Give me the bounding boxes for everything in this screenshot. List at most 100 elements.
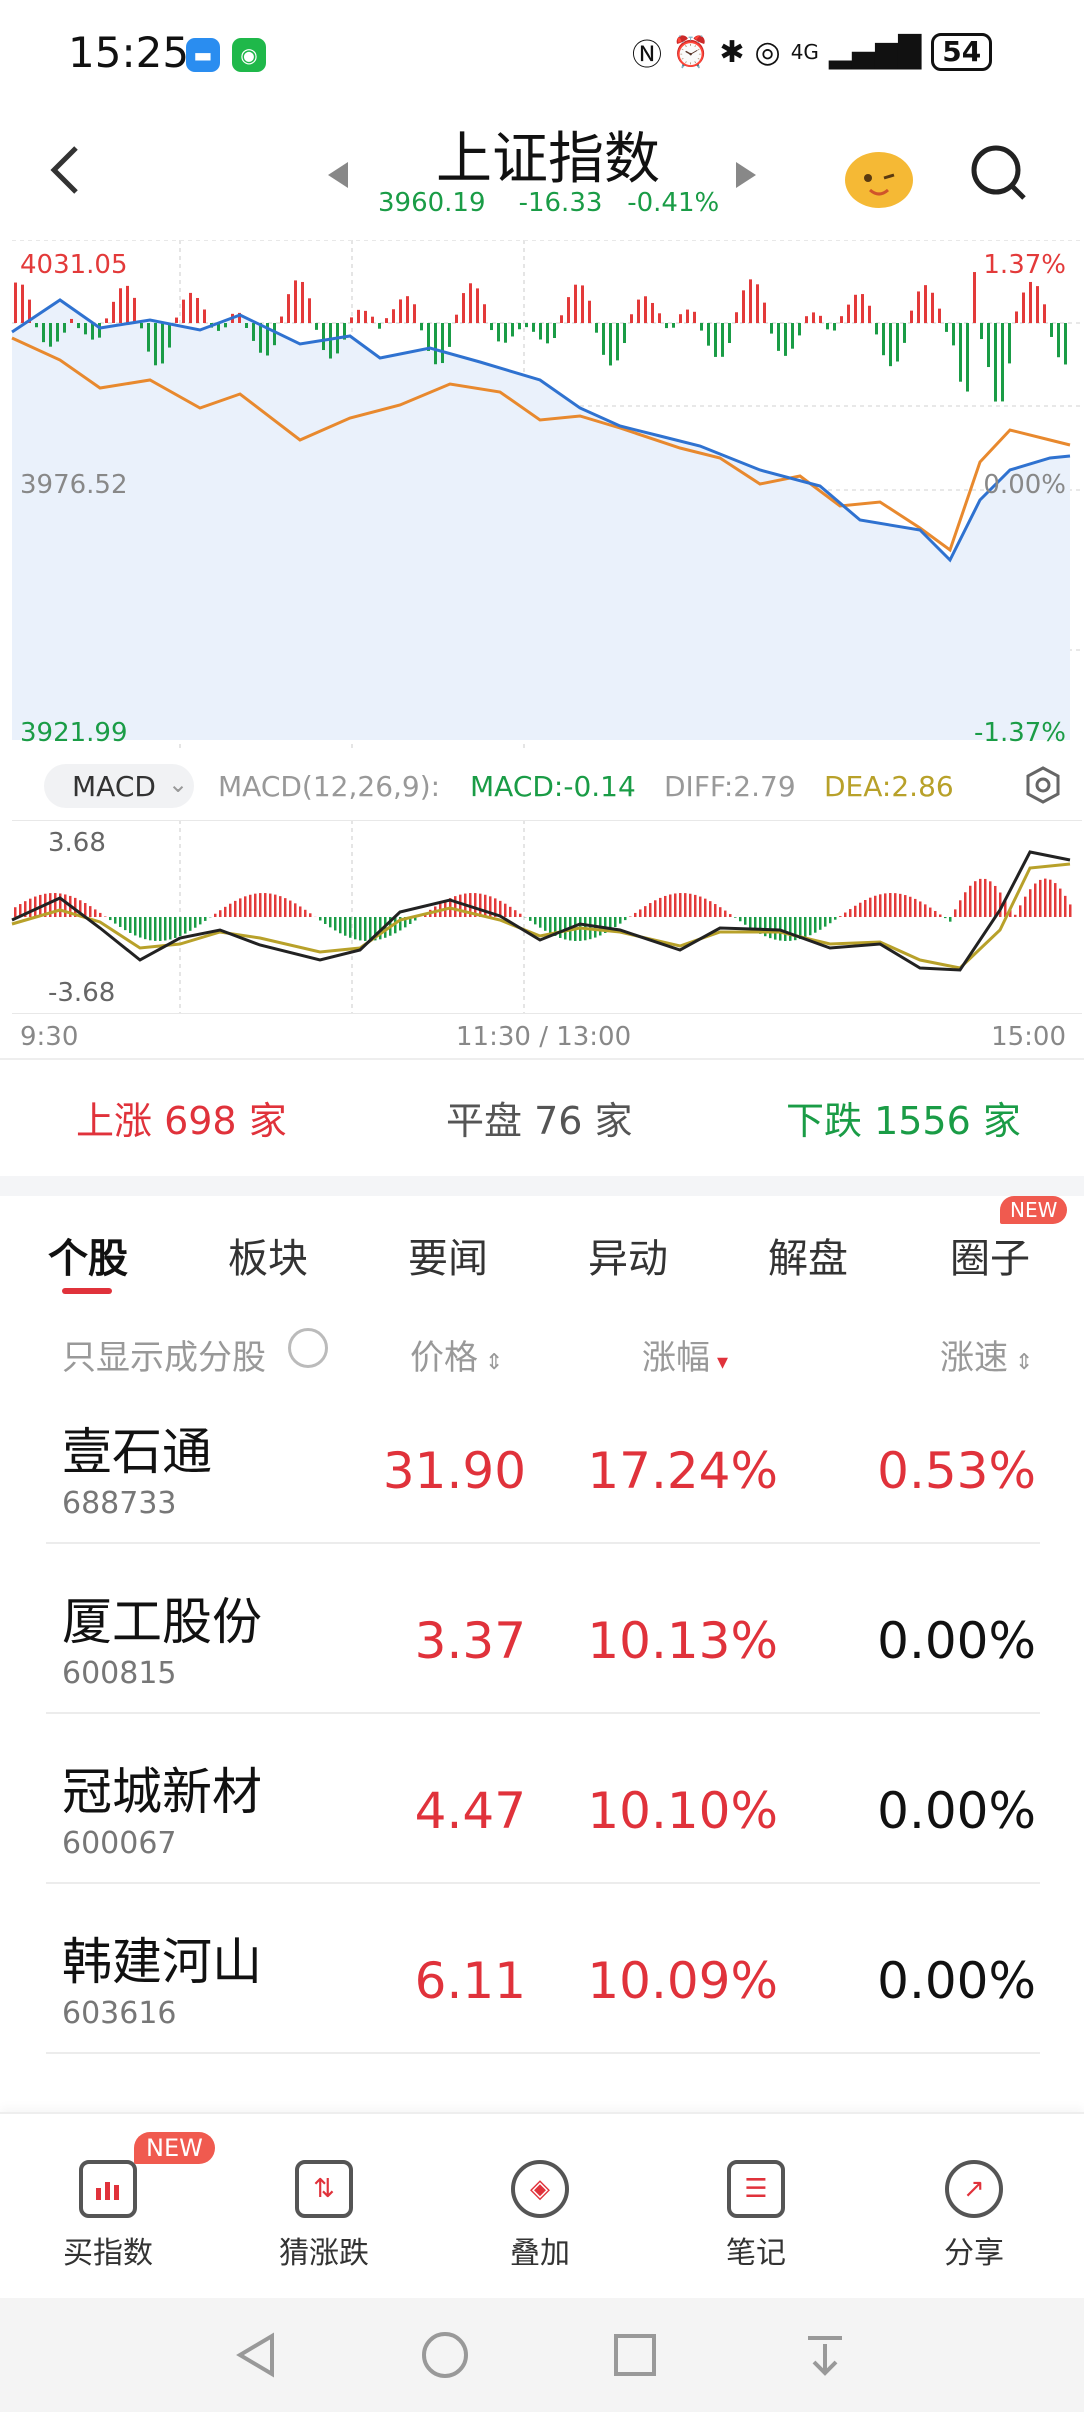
buy-index-button[interactable]: 买指数	[38, 2160, 178, 2272]
system-home-button[interactable]	[420, 2330, 470, 2384]
guess-label: 猜涨跌	[279, 2236, 369, 2271]
share-icon: ↗	[945, 2160, 1003, 2218]
status-icons: Ⓝ ⏰ ✱ ◎ 4G ▂▄▆█ 54	[632, 30, 993, 74]
stock-code: 603616	[62, 1996, 177, 2031]
note-label: 笔记	[726, 2236, 786, 2271]
stock-speed: 0.00%	[877, 1612, 1036, 1670]
time-end: 15:00	[991, 1022, 1066, 1052]
stock-code: 600815	[62, 1656, 177, 1691]
tab-stocks[interactable]: 个股	[48, 1226, 128, 1284]
active-tab-indicator	[62, 1288, 112, 1294]
stock-change: 10.13%	[587, 1612, 778, 1670]
mascot-button[interactable]	[840, 140, 918, 210]
bluetooth-icon: ✱	[719, 34, 745, 70]
status-time: 15:25	[68, 28, 190, 77]
settings-icon	[1026, 766, 1060, 804]
system-back-button[interactable]	[232, 2330, 282, 2384]
dea-value: DEA:2.86	[824, 770, 954, 803]
stock-code: 600067	[62, 1826, 177, 1861]
mascot-icon	[845, 152, 913, 208]
message-app-icon: ▬	[186, 38, 220, 72]
updown-icon: ⇅	[295, 2160, 353, 2218]
macd-top-label: 3.68	[48, 828, 106, 858]
chart-low-price: 3921.99	[20, 718, 128, 748]
stock-speed: 0.00%	[877, 1952, 1036, 2010]
table-row[interactable]: 冠城新材 600067 4.47 10.10% 0.00%	[0, 1740, 1084, 1880]
nav-new-badge: NEW	[134, 2132, 215, 2164]
triangle-back-icon	[236, 2332, 274, 2378]
row-divider	[46, 2052, 1040, 2054]
tab-news[interactable]: 要闻	[408, 1226, 488, 1284]
network-type: 4G	[790, 40, 819, 64]
row-divider	[46, 1542, 1040, 1544]
table-row[interactable]: 厦工股份 600815 3.37 10.13% 0.00%	[0, 1570, 1084, 1710]
chart-zero-pct: 0.00%	[983, 470, 1066, 500]
stock-change: 10.09%	[587, 1952, 778, 2010]
macd-params: MACD(12,26,9):	[218, 770, 441, 803]
signal-icon: ▂▄▆█	[828, 34, 922, 70]
advancers-count: 上涨 698 家	[76, 1099, 287, 1143]
search-icon	[971, 145, 1026, 200]
index-price: 3960.19	[378, 188, 486, 218]
col-speed-label: 涨速	[940, 1338, 1008, 1378]
overlay-button[interactable]: ◈ 叠加	[470, 2160, 610, 2272]
next-index-button[interactable]	[734, 160, 758, 194]
guess-button[interactable]: ⇅ 猜涨跌	[254, 2160, 394, 2272]
prev-index-button[interactable]	[326, 160, 350, 194]
tab-community[interactable]: 圈子	[950, 1226, 1030, 1284]
tab-sectors[interactable]: 板块	[228, 1226, 308, 1284]
stock-change: 17.24%	[587, 1442, 778, 1500]
system-nav-bar	[0, 2298, 1084, 2412]
stock-price: 4.47	[414, 1782, 526, 1840]
hotspot-icon: ◎	[754, 34, 781, 70]
chart-prev-close: 3976.52	[20, 470, 128, 500]
chart-high-price: 4031.05	[20, 250, 128, 280]
col-speed[interactable]: 涨速 ⇕	[940, 1330, 1033, 1379]
unchanged-count: 平盘 76 家	[446, 1099, 633, 1143]
decliners-count: 下跌 1556 家	[786, 1099, 1021, 1143]
stock-code: 688733	[62, 1486, 177, 1521]
circle-home-icon	[422, 2332, 468, 2378]
stock-speed: 0.53%	[877, 1442, 1036, 1500]
stock-price: 6.11	[414, 1952, 526, 2010]
time-start: 9:30	[20, 1022, 79, 1052]
stock-name: 冠城新材	[62, 1763, 262, 1821]
note-button[interactable]: ☰ 笔记	[686, 2160, 826, 2272]
filter-checkbox[interactable]	[288, 1328, 328, 1368]
bar-chart-icon	[79, 2160, 137, 2218]
system-dropdown-button[interactable]	[800, 2330, 850, 2384]
divider	[0, 1058, 1084, 1060]
macd-chart-svg	[11, 819, 1082, 1015]
table-row[interactable]: 壹石通 688733 31.90 17.24% 0.53%	[0, 1400, 1084, 1540]
buy-index-label: 买指数	[63, 2236, 153, 2271]
alarm-icon: ⏰	[672, 34, 710, 70]
sort-icon: ⇕	[478, 1350, 504, 1375]
intraday-chart[interactable]	[0, 239, 1084, 750]
share-label: 分享	[944, 2236, 1004, 2271]
col-price[interactable]: 价格 ⇕	[410, 1330, 503, 1379]
back-button[interactable]	[40, 140, 90, 200]
filter-label: 只显示成分股	[62, 1338, 266, 1378]
triangle-right-icon	[736, 162, 756, 188]
macd-chart[interactable]	[0, 819, 1084, 1015]
stock-name: 韩建河山	[62, 1933, 262, 1991]
stock-price: 31.90	[382, 1442, 526, 1500]
table-row[interactable]: 韩建河山 603616 6.11 10.09% 0.00%	[0, 1910, 1084, 2050]
page-title: 上证指数	[436, 127, 660, 192]
chevron-down-icon: ⌄	[168, 770, 189, 798]
tab-movers[interactable]: 异动	[588, 1226, 668, 1284]
intraday-chart-svg	[11, 239, 1082, 750]
overlay-label: 叠加	[510, 2236, 570, 2271]
share-button[interactable]: ↗ 分享	[904, 2160, 1044, 2272]
index-change: -16.33	[518, 188, 603, 218]
indicator-settings-button[interactable]	[1024, 766, 1062, 808]
col-change[interactable]: 涨幅 ▾	[642, 1330, 728, 1379]
sort-icon: ⇕	[1008, 1350, 1034, 1375]
wechat-icon: ◉	[232, 38, 266, 72]
system-recents-button[interactable]	[610, 2330, 660, 2384]
chart-high-pct: 1.37%	[983, 250, 1066, 280]
stock-speed: 0.00%	[877, 1782, 1036, 1840]
section-gap	[0, 1176, 1084, 1196]
search-button[interactable]	[968, 142, 1028, 202]
tab-analysis[interactable]: 解盘	[768, 1226, 848, 1284]
